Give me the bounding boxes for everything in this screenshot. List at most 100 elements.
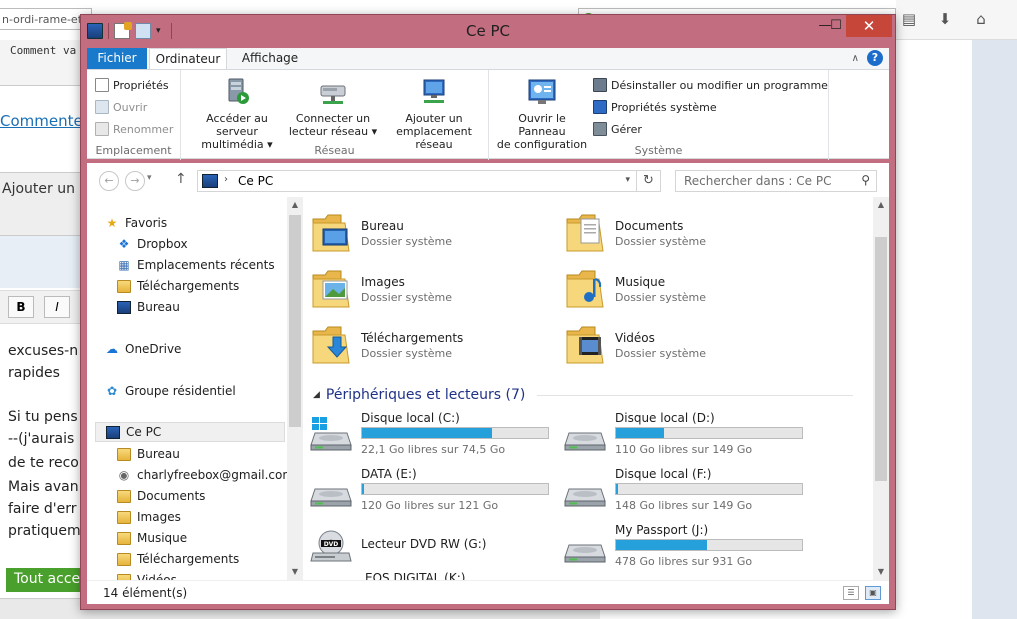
address-bar-row: ← → ▾ ↑ › Ce PC ▾ ↻ Rechercher dans : Ce… (87, 163, 889, 197)
rename-button[interactable]: Renommer (95, 120, 173, 138)
breadcrumb-chevron-icon[interactable]: › (224, 174, 228, 185)
nav-item[interactable]: ★ Favoris (105, 213, 168, 233)
title-bar[interactable]: ▾ Ce PC — ☐ ✕ (81, 15, 895, 47)
download-arrow-icon[interactable]: ⬇ (936, 10, 954, 28)
items-scrollbar[interactable]: ▲ ▼ (873, 197, 889, 580)
search-input[interactable]: Rechercher dans : Ce PC ⚲ (675, 170, 877, 192)
folder-type: Dossier système (361, 291, 453, 304)
properties-label: Propriétés (113, 78, 169, 92)
refresh-icon[interactable]: ↻ (636, 171, 660, 191)
drive-item[interactable]: Disque local (F:) 148 Go libres sur 149 G… (559, 465, 809, 515)
home-icon[interactable]: ⌂ (972, 10, 990, 28)
scroll-up-icon[interactable]: ▲ (287, 197, 303, 213)
bold-button[interactable]: B (8, 296, 34, 318)
editor-text-line: --(j'aurais (8, 431, 75, 447)
group-label-systeme: Système (634, 144, 683, 157)
drive-free-space: 120 Go libres sur 121 Go (361, 499, 499, 512)
nav-item[interactable]: ◉ charlyfreebox@gmail.com (j (117, 465, 287, 485)
drive-name: Disque local (D:) (615, 411, 715, 425)
scroll-down-icon[interactable]: ▼ (873, 564, 889, 580)
drive-item[interactable]: My Passport (J:) 478 Go libres sur 931 Go (559, 521, 809, 571)
nav-item[interactable]: Musique (117, 528, 187, 548)
nav-item[interactable]: ✿ Groupe résidentiel (105, 381, 236, 401)
map-network-drive-button[interactable]: Connecter un lecteur réseau ▾ (287, 76, 379, 138)
maximize-button[interactable]: ☐ (826, 15, 846, 37)
large-icons-view-icon[interactable]: ▣ (865, 586, 881, 600)
system-properties-button[interactable]: Propriétés système (593, 98, 717, 116)
nav-item[interactable]: Téléchargements (117, 276, 239, 296)
open-icon (95, 100, 109, 114)
folder-name: Bureau (361, 219, 404, 233)
details-view-icon[interactable]: ☰ (843, 586, 859, 600)
scroll-up-icon[interactable]: ▲ (873, 197, 889, 213)
nav-item[interactable]: Bureau (117, 444, 180, 464)
nav-item-label: Bureau (137, 300, 180, 314)
italic-button[interactable]: I (44, 296, 70, 318)
nav-item[interactable]: ❖ Dropbox (117, 234, 188, 254)
drive-usage-fill (616, 540, 708, 550)
add-location-label-1: Ajouter un (405, 112, 463, 125)
clipboard-icon[interactable]: ▤ (900, 10, 918, 28)
open-button[interactable]: Ouvrir (95, 98, 147, 116)
folder-item[interactable]: Vidéos Dossier système (559, 321, 809, 371)
collapse-triangle-icon[interactable]: ◢ (313, 390, 320, 400)
section-divider (537, 394, 853, 396)
drive-item[interactable]: Disque local (D:) 110 Go libres sur 149 G… (559, 409, 809, 459)
folder-item[interactable]: Bureau Dossier système (305, 209, 555, 259)
search-icon[interactable]: ⚲ (861, 173, 870, 187)
folder-type: Dossier système (615, 347, 707, 360)
items-view: ◢ Périphériques et lecteurs (7) EOS DIGI… (305, 197, 871, 580)
nav-item[interactable]: Documents (117, 486, 205, 506)
folder-item[interactable]: Musique Dossier système (559, 265, 809, 315)
close-button[interactable]: ✕ (846, 15, 892, 37)
address-box[interactable]: › Ce PC ▾ ↻ (197, 170, 661, 192)
downloads-folder-icon (117, 279, 131, 293)
recent-locations-dropdown-icon[interactable]: ▾ (147, 173, 152, 183)
properties-button[interactable]: Propriétés (95, 76, 169, 94)
partial-drive-label[interactable]: EOS DIGITAL (K:) (365, 571, 465, 580)
folder-item[interactable]: Téléchargements Dossier système (305, 321, 555, 371)
comment-link[interactable]: Commenter (0, 112, 89, 130)
nav-item[interactable]: ▦ Emplacements récents (117, 255, 274, 275)
folder-name: Musique (615, 275, 666, 289)
nav-item-label: Favoris (125, 216, 168, 230)
accept-all-button[interactable]: Tout acce (6, 568, 82, 592)
nav-scrollbar-thumb[interactable] (289, 215, 301, 427)
nav-item[interactable]: ☁ OneDrive (105, 339, 181, 359)
drive-name: My Passport (J:) (615, 523, 709, 537)
manage-button[interactable]: Gérer (593, 120, 642, 138)
nav-item[interactable]: Vidéos (117, 570, 177, 580)
scroll-down-icon[interactable]: ▼ (287, 564, 303, 580)
rename-icon (95, 122, 109, 136)
editor-text-line: pratiquem (8, 523, 81, 539)
up-arrow-icon[interactable]: ↑ (175, 171, 187, 187)
folder-item[interactable]: Images Dossier système (305, 265, 555, 315)
nav-item[interactable]: Téléchargements (117, 549, 239, 569)
drive-item[interactable]: DVD Lecteur DVD RW (G:) (305, 521, 555, 571)
nav-item[interactable]: Images (117, 507, 181, 527)
ribbon-collapse-icon[interactable]: ∧ (852, 53, 859, 64)
uninstall-program-button[interactable]: Désinstaller ou modifier un programme (593, 76, 828, 94)
nav-item[interactable]: Bureau (117, 297, 180, 317)
breadcrumb-path[interactable]: Ce PC (238, 174, 273, 188)
back-button[interactable]: ← (99, 171, 119, 191)
help-icon[interactable]: ? (867, 50, 883, 66)
control-panel-button[interactable]: Ouvrir le Panneau de configuration (493, 76, 591, 151)
media-server-button[interactable]: Accéder au serveur multimédia ▾ (185, 76, 289, 151)
tab-fichier[interactable]: Fichier (87, 48, 147, 69)
desktop-icon (117, 300, 131, 314)
folder-item[interactable]: Documents Dossier système (559, 209, 809, 259)
pictures-folder-icon (311, 267, 351, 311)
add-network-location-button[interactable]: Ajouter un emplacement réseau (381, 76, 487, 151)
drive-item[interactable]: Disque local (C:) 22,1 Go libres sur 74,5… (305, 409, 555, 459)
address-history-dropdown-icon[interactable]: ▾ (625, 175, 630, 185)
browser-address-bar[interactable]: n-ordi-rame-et- (0, 8, 92, 30)
tab-ordinateur[interactable]: Ordinateur (149, 48, 227, 70)
forward-button[interactable]: → (125, 171, 145, 191)
devices-section-header[interactable]: ◢ Périphériques et lecteurs (7) (313, 385, 853, 405)
tab-affichage[interactable]: Affichage (235, 48, 305, 69)
items-scrollbar-thumb[interactable] (875, 237, 887, 481)
nav-item[interactable]: Ce PC (95, 422, 285, 442)
nav-scrollbar[interactable]: ▲ ▼ (287, 197, 303, 580)
drive-item[interactable]: DATA (E:) 120 Go libres sur 121 Go (305, 465, 555, 515)
